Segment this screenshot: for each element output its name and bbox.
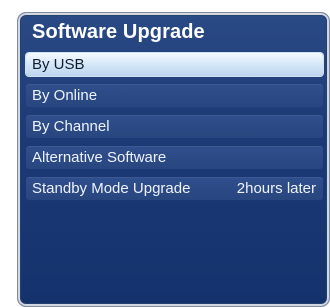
menu-item-label: By Online [32, 87, 98, 104]
menu-item-label: By Channel [32, 118, 110, 135]
menu-item-by-usb[interactable]: By USB [26, 53, 323, 76]
menu-item-by-channel[interactable]: By Channel [26, 115, 323, 138]
menu-item-label: Alternative Software [32, 149, 167, 166]
menu-item-by-online[interactable]: By Online [26, 84, 323, 107]
standby-upgrade-value: 2hours later [236, 180, 316, 197]
menu-item-alternative-software[interactable]: Alternative Software [26, 146, 323, 169]
upgrade-options-menu: By USB By Online By Channel Alternative … [26, 53, 323, 208]
menu-item-label: By USB [32, 56, 85, 73]
dialog-title: Software Upgrade [32, 21, 205, 43]
menu-item-standby-mode-upgrade[interactable]: Standby Mode Upgrade 2hours later [26, 177, 323, 200]
software-upgrade-dialog: Software Upgrade By USB By Online By Cha… [17, 12, 330, 307]
menu-item-label: Standby Mode Upgrade [32, 180, 191, 197]
